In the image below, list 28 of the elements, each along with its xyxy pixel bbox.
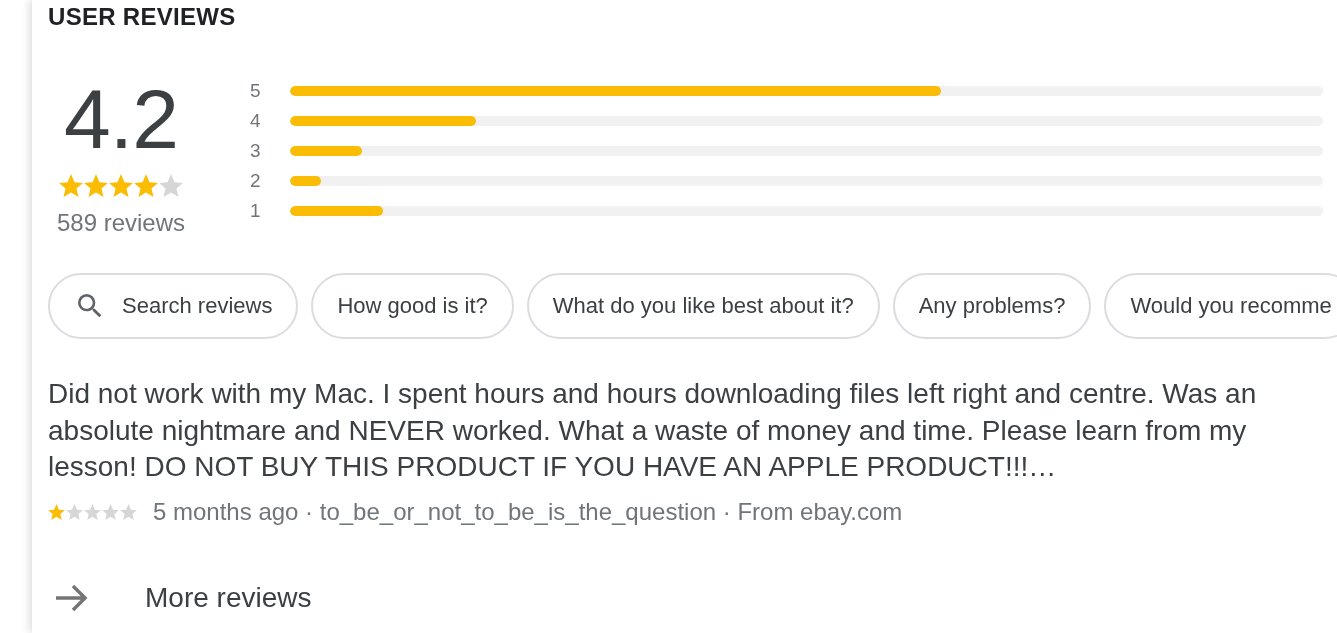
star-icon xyxy=(66,503,83,520)
review-meta: 5 months ago · to_be_or_not_to_be_is_the_question · From ebay.com xyxy=(153,497,903,526)
star-icon xyxy=(59,174,83,197)
question-chip[interactable]: What do you like best about it? xyxy=(526,273,880,339)
star-icon xyxy=(159,174,183,197)
star-level-label: 5 xyxy=(250,80,262,102)
right-arrow-icon[interactable] xyxy=(55,583,88,612)
star-icon xyxy=(102,503,119,520)
review-count: 589 reviews xyxy=(56,209,186,237)
star-icon xyxy=(109,174,133,197)
star-level-label: 3 xyxy=(250,140,262,162)
search-icon xyxy=(78,294,102,318)
star-icon xyxy=(48,503,65,520)
star-icon xyxy=(120,503,137,520)
review-text: Did not work with my Mac. I spent hours and hours downloading files left right and centre. Was an absolute nightmare and NEVER worked. What a waste of money and time. Please learn from my lesson! DO NOT BUY THIS PRODUCT IF YOU HAVE AN APPLE PRODUCT!!!… xyxy=(48,377,1258,484)
question-chip[interactable]: How good is it? xyxy=(311,273,514,339)
section-title: USER REVIEWS xyxy=(48,3,236,31)
star-level-label: 1 xyxy=(250,200,262,222)
search-reviews-button[interactable]: Search reviews xyxy=(48,273,299,339)
more-reviews-link[interactable]: More reviews xyxy=(145,581,312,614)
average-rating: 4.2 xyxy=(64,77,178,161)
star-level-label: 4 xyxy=(250,110,262,132)
star-icon xyxy=(84,503,101,520)
star-icon xyxy=(134,174,158,197)
question-chip[interactable]: Any problems? xyxy=(892,273,1092,339)
star-icon xyxy=(84,174,108,197)
question-chip[interactable]: Would you recomme xyxy=(1104,273,1337,339)
star-level-label: 2 xyxy=(250,170,262,192)
